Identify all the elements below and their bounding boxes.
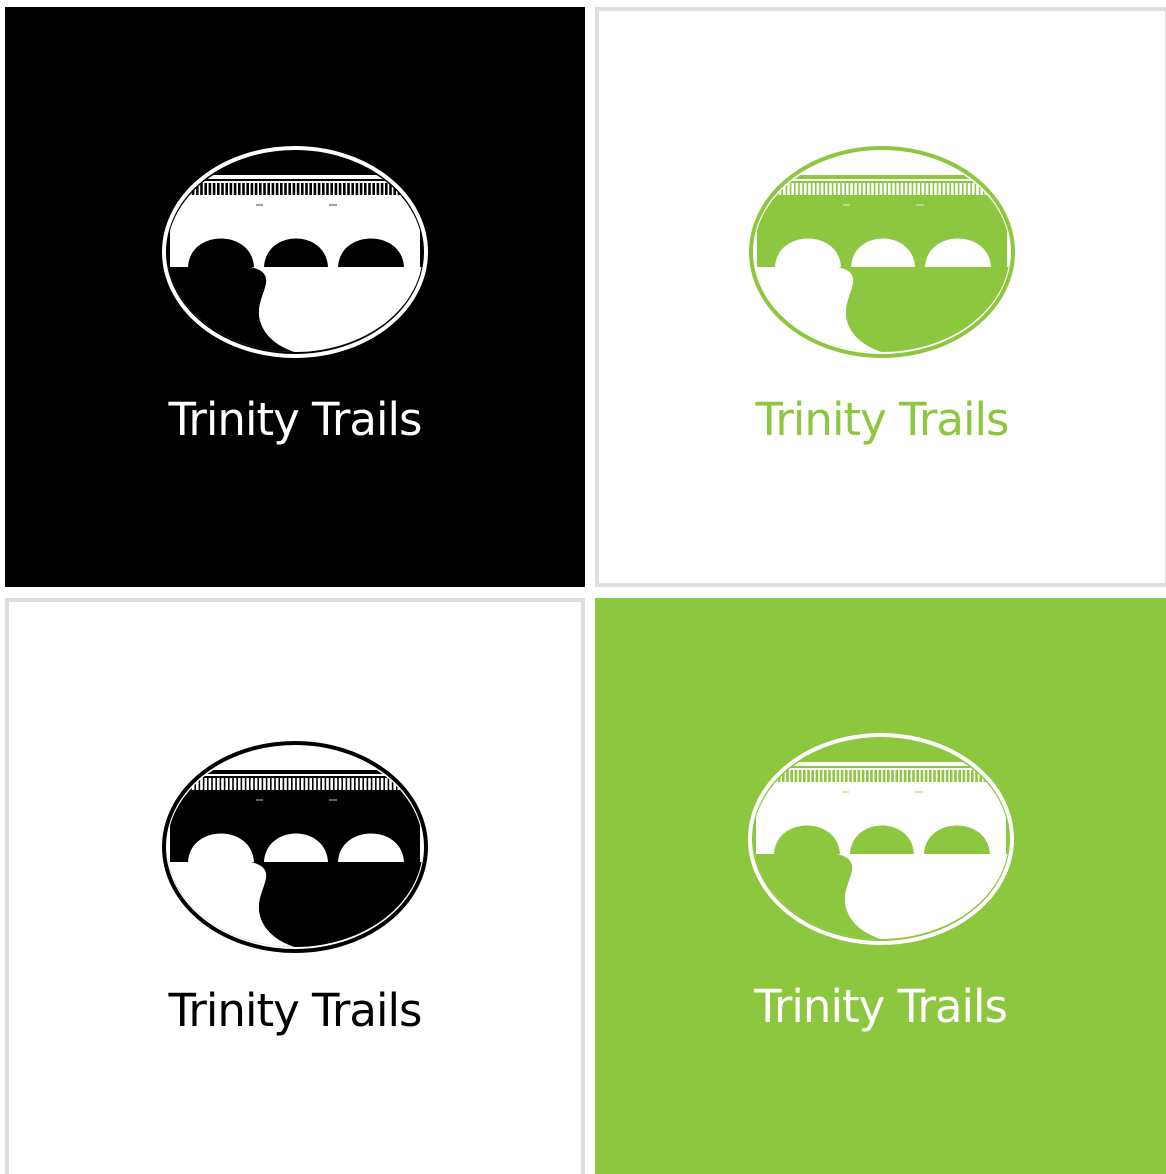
logo-panel-white-green: Trinity Trails <box>595 7 1166 587</box>
wordmark: Trinity Trails <box>168 393 423 446</box>
bridge-river-logo-icon <box>160 145 430 365</box>
logo-panel-green: Trinity Trails <box>595 598 1166 1174</box>
bridge-river-logo-icon <box>746 732 1016 952</box>
wordmark: Trinity Trails <box>168 984 423 1037</box>
bridge-river-logo-icon <box>160 740 430 960</box>
wordmark: Trinity Trails <box>754 980 1008 1033</box>
logo-panel-black: Trinity Trails <box>5 7 585 587</box>
bridge-river-logo-icon <box>747 145 1017 365</box>
logo-panel-white-black: Trinity Trails <box>5 598 585 1174</box>
wordmark: Trinity Trails <box>755 393 1010 446</box>
